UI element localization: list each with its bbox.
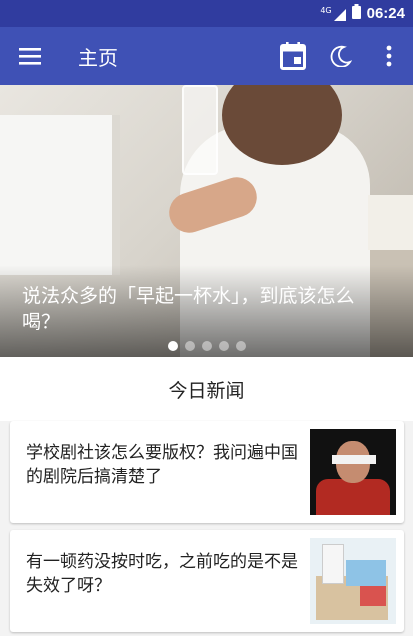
status-bar: 4G 06:24 bbox=[0, 0, 413, 27]
page-title: 主页 bbox=[78, 45, 118, 70]
carousel-dot[interactable] bbox=[218, 341, 229, 351]
battery-icon bbox=[351, 4, 361, 23]
signal-icon: 4G bbox=[320, 5, 346, 21]
calendar-icon bbox=[280, 42, 306, 70]
section-header: 今日新闻 bbox=[0, 357, 413, 421]
carousel-dot[interactable] bbox=[235, 341, 246, 351]
news-thumbnail bbox=[310, 538, 396, 624]
news-title: 学校剧社该怎么要版权？我问遍中国的剧院后搞清楚了 bbox=[26, 443, 298, 487]
more-vert-icon bbox=[386, 45, 392, 67]
news-thumbnail bbox=[310, 429, 396, 515]
clock: 06:24 bbox=[366, 5, 405, 22]
carousel-indicator bbox=[0, 341, 413, 351]
menu-button[interactable] bbox=[0, 27, 60, 85]
menu-icon bbox=[19, 48, 41, 65]
hero-image bbox=[0, 115, 120, 275]
hero-caption[interactable]: 说法众多的「早起一杯水」，到底该怎么喝？ bbox=[22, 283, 392, 335]
carousel-dot[interactable] bbox=[201, 341, 212, 351]
section-title: 今日新闻 bbox=[168, 379, 245, 402]
network-type: 4G bbox=[320, 5, 332, 15]
moon-icon bbox=[330, 45, 352, 67]
news-title: 有一顿药没按时吃，之前吃的是不是失效了呀？ bbox=[26, 552, 298, 596]
news-card[interactable]: 学校剧社该怎么要版权？我问遍中国的剧院后搞清楚了 bbox=[10, 421, 404, 523]
app-bar: 主页 bbox=[0, 27, 413, 85]
calendar-button[interactable] bbox=[269, 27, 317, 85]
news-card[interactable]: 有一顿药没按时吃，之前吃的是不是失效了呀？ bbox=[10, 530, 404, 632]
carousel-dot[interactable] bbox=[184, 341, 195, 351]
more-options-button[interactable] bbox=[365, 27, 413, 85]
carousel-dot[interactable] bbox=[167, 341, 178, 351]
night-mode-button[interactable] bbox=[317, 27, 365, 85]
headline-carousel[interactable]: 说法众多的「早起一杯水」，到底该怎么喝？ bbox=[0, 85, 413, 357]
